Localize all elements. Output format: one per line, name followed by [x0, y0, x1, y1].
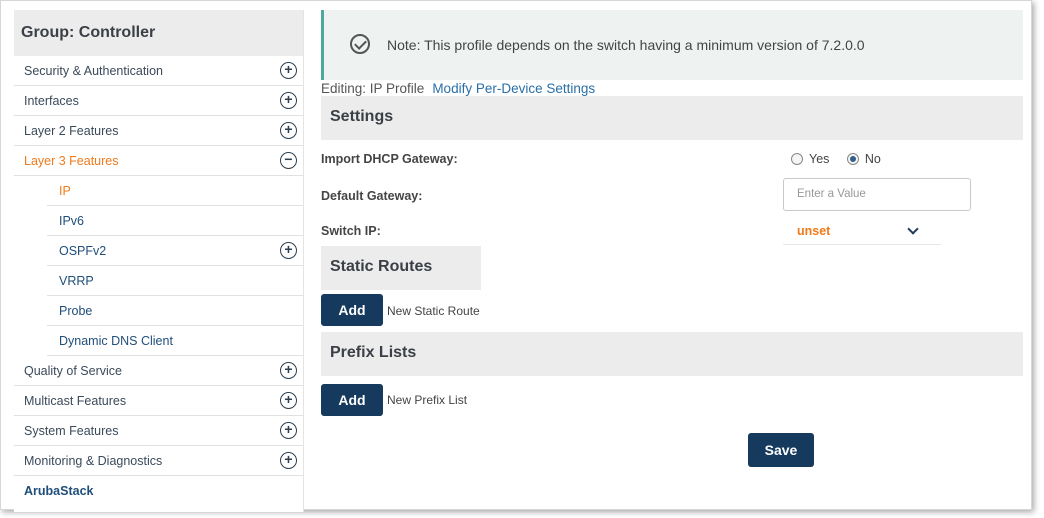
sidebar-item-label: Layer 2 Features [24, 124, 119, 138]
sidebar-subitem-ip[interactable]: IP [47, 176, 303, 206]
default-gateway-input[interactable]: Enter a Value [783, 178, 971, 211]
sidebar-item-arubastack[interactable]: ArubaStack [14, 476, 303, 506]
sidebar-item-security-authentication[interactable]: Security & Authentication + [14, 56, 303, 86]
expand-icon[interactable]: + [280, 62, 297, 79]
sidebar-item-label: Quality of Service [24, 364, 122, 378]
save-button[interactable]: Save [748, 433, 814, 467]
sidebar-subitem-ipv6[interactable]: IPv6 [47, 206, 303, 236]
sidebar-item-label: OSPFv2 [59, 244, 107, 258]
static-routes-section-header: Static Routes [321, 246, 481, 290]
expand-icon[interactable]: + [280, 452, 297, 469]
note-banner: Note: This profile depends on the switch… [321, 10, 1023, 80]
sidebar-subitem-dynamic-dns-client[interactable]: Dynamic DNS Client [47, 326, 303, 356]
import-dhcp-gateway-radio-group: Yes No [791, 151, 895, 166]
sidebar-item-layer3-features[interactable]: Layer 3 Features − [14, 146, 303, 176]
sidebar-item-label: VRRP [59, 274, 94, 288]
settings-section-header: Settings [321, 96, 1023, 140]
check-circle-icon [350, 34, 370, 54]
add-static-route-button[interactable]: Add [321, 294, 383, 326]
editing-breadcrumb: Editing: IP Profile Modify Per-Device Set… [321, 81, 595, 96]
sidebar-item-quality-of-service[interactable]: Quality of Service + [14, 356, 303, 386]
prefix-lists-title: Prefix Lists [330, 344, 417, 361]
sidebar-item-layer2-features[interactable]: Layer 2 Features + [14, 116, 303, 146]
sidebar-item-label: System Features [24, 424, 119, 438]
sidebar-title: Group: Controller [14, 10, 303, 56]
settings-title: Settings [330, 108, 394, 125]
static-routes-title: Static Routes [330, 258, 433, 275]
import-dhcp-gateway-label: Import DHCP Gateway: [321, 152, 458, 166]
sidebar-item-label: Dynamic DNS Client [59, 334, 173, 348]
sidebar-item-label: Layer 3 Features [24, 154, 119, 168]
sidebar-item-multicast-features[interactable]: Multicast Features + [14, 386, 303, 416]
new-static-route-hint: New Static Route [387, 304, 480, 318]
expand-icon[interactable]: + [280, 422, 297, 439]
sidebar-subitem-probe[interactable]: Probe [47, 296, 303, 326]
sidebar: Group: Controller Security & Authenticat… [14, 10, 304, 512]
switch-ip-select[interactable]: unset [783, 219, 941, 245]
sidebar-item-label: IPv6 [59, 214, 85, 228]
sidebar-item-label: Monitoring & Diagnostics [24, 454, 163, 468]
collapse-icon[interactable]: − [280, 152, 297, 169]
new-prefix-list-hint: New Prefix List [387, 393, 468, 407]
sidebar-item-monitoring-diagnostics[interactable]: Monitoring & Diagnostics + [14, 446, 303, 476]
sidebar-item-label: Multicast Features [24, 394, 127, 408]
sidebar-item-system-features[interactable]: System Features + [14, 416, 303, 446]
expand-icon[interactable]: + [280, 242, 297, 259]
yes-label: Yes [809, 151, 830, 166]
sidebar-item-label: ArubaStack [24, 484, 94, 498]
no-radio[interactable] [846, 152, 859, 165]
sidebar-item-label: IP [59, 184, 71, 198]
switch-ip-value: unset [797, 224, 831, 238]
prefix-lists-section-header: Prefix Lists [321, 332, 1023, 376]
sidebar-item-label: Probe [59, 304, 93, 318]
editing-label: Editing: IP Profile [321, 81, 425, 96]
yes-radio[interactable] [791, 152, 803, 165]
sidebar-item-interfaces[interactable]: Interfaces + [14, 86, 303, 116]
expand-icon[interactable]: + [280, 362, 297, 379]
sidebar-item-label: Security & Authentication [24, 64, 163, 78]
note-text: Note: This profile depends on the switch… [387, 37, 865, 53]
default-gateway-label: Default Gateway: [321, 189, 423, 203]
expand-icon[interactable]: + [280, 122, 297, 139]
expand-icon[interactable]: + [280, 392, 297, 409]
chevron-down-icon [907, 223, 919, 235]
add-prefix-list-button[interactable]: Add [321, 384, 383, 416]
sidebar-item-label: Interfaces [24, 94, 79, 108]
modify-per-device-link[interactable]: Modify Per-Device Settings [432, 81, 595, 96]
switch-ip-label: Switch IP: [321, 224, 381, 238]
expand-icon[interactable]: + [280, 92, 297, 109]
sidebar-subitem-vrrp[interactable]: VRRP [47, 266, 303, 296]
sidebar-subitem-ospfv2[interactable]: OSPFv2 + [47, 236, 303, 266]
no-label: No [864, 151, 881, 166]
